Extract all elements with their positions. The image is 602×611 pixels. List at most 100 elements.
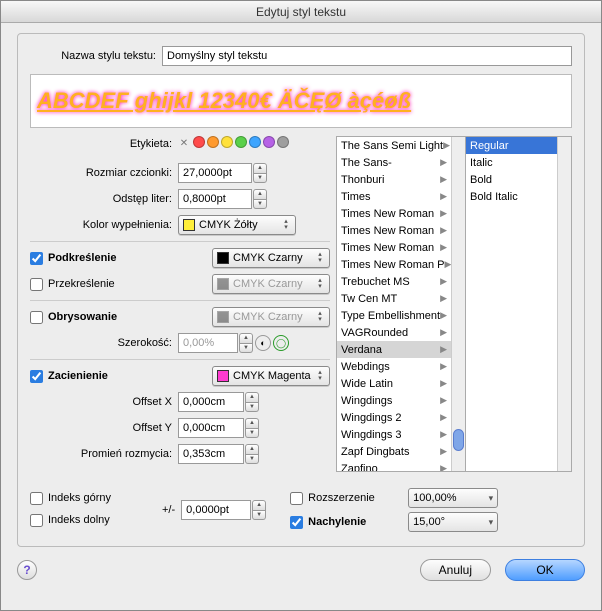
offsetx-input[interactable] bbox=[178, 392, 244, 412]
select-arrows-icon: ▴▾ bbox=[315, 278, 325, 290]
style-scrollbar[interactable] bbox=[557, 137, 571, 471]
font-family-item[interactable]: Wide Latin▶ bbox=[337, 375, 451, 392]
etykieta-color-dot[interactable] bbox=[263, 136, 275, 148]
letterspacing-input[interactable] bbox=[178, 189, 252, 209]
blur-input[interactable] bbox=[178, 444, 244, 464]
fillcolor-label: Kolor wypełnienia: bbox=[30, 219, 178, 231]
font-style-item[interactable]: Italic bbox=[466, 154, 557, 171]
font-family-item[interactable]: Thonburi▶ bbox=[337, 171, 451, 188]
strike-checkbox[interactable] bbox=[30, 278, 43, 291]
plusminus-input[interactable] bbox=[181, 500, 251, 520]
main-flex: Etykieta: ✕ Rozmiar czcionki: ▲▼ Odstęp … bbox=[30, 136, 572, 472]
slant-value: 15,00° bbox=[413, 516, 445, 528]
fillcolor-select[interactable]: CMYK Żółty ▴▾ bbox=[178, 215, 296, 235]
stretch-value: 100,00% bbox=[413, 492, 456, 504]
bottom-right: Rozszerzenie 100,00% ▾ Nachylenie 15,00°… bbox=[290, 486, 572, 534]
shadow-label: Zacienienie bbox=[48, 370, 212, 382]
scroll-thumb[interactable] bbox=[453, 429, 464, 451]
etykieta-color-dot[interactable] bbox=[235, 136, 247, 148]
font-family-item[interactable]: Zapfino▶ bbox=[337, 460, 451, 471]
stretch-label: Rozszerzenie bbox=[308, 492, 408, 504]
font-family-item[interactable]: VAGRounded▶ bbox=[337, 324, 451, 341]
blur-stepper[interactable]: ▲▼ bbox=[245, 444, 259, 464]
font-style-item[interactable]: Bold bbox=[466, 171, 557, 188]
font-family-item[interactable]: Times New Roman▶ bbox=[337, 239, 451, 256]
font-family-item[interactable]: Tw Cen MT▶ bbox=[337, 290, 451, 307]
offsety-stepper[interactable]: ▲▼ bbox=[245, 418, 259, 438]
superscript-checkbox[interactable] bbox=[30, 492, 43, 505]
font-family-item[interactable]: Verdana▶ bbox=[337, 341, 451, 358]
slant-select[interactable]: 15,00° ▾ bbox=[408, 512, 498, 532]
font-family-item[interactable]: Wingdings▶ bbox=[337, 392, 451, 409]
superscript-label: Indeks górny bbox=[48, 492, 138, 504]
main-group: Nazwa stylu tekstu: ABCDEF ghijkl 12340€… bbox=[17, 33, 585, 547]
shadow-color-select[interactable]: CMYK Magenta ▴▾ bbox=[212, 366, 330, 386]
letterspacing-stepper[interactable]: ▲▼ bbox=[253, 189, 267, 209]
stretch-select[interactable]: 100,00% ▾ bbox=[408, 488, 498, 508]
style-name-input[interactable] bbox=[162, 46, 572, 66]
subscript-checkbox[interactable] bbox=[30, 514, 43, 527]
font-family-item[interactable]: Webdings▶ bbox=[337, 358, 451, 375]
font-family-item[interactable]: Times New Roman P▶ bbox=[337, 256, 451, 273]
etykieta-color-dot[interactable] bbox=[277, 136, 289, 148]
font-family-item[interactable]: Wingdings 3▶ bbox=[337, 426, 451, 443]
underline-row: Podkreślenie CMYK Czarny ▴▾ bbox=[30, 248, 330, 268]
cancel-button[interactable]: Anuluj bbox=[420, 559, 491, 581]
etykieta-label: Etykieta: bbox=[30, 138, 178, 150]
offsetx-label: Offset X bbox=[30, 396, 178, 408]
font-style-item[interactable]: Bold Italic bbox=[466, 188, 557, 205]
offsetx-stepper[interactable]: ▲▼ bbox=[245, 392, 259, 412]
strike-swatch-icon bbox=[217, 278, 229, 290]
ok-button[interactable]: OK bbox=[505, 559, 585, 581]
divider bbox=[30, 359, 330, 360]
offsety-input[interactable] bbox=[178, 418, 244, 438]
font-lists: The Sans Semi Light▶The Sans-▶Thonburi▶T… bbox=[336, 136, 572, 472]
etykieta-clear-icon[interactable]: ✕ bbox=[178, 138, 190, 150]
title-text: Edytuj styl tekstu bbox=[256, 5, 346, 19]
dialog-window: Edytuj styl tekstu Nazwa stylu tekstu: A… bbox=[0, 0, 602, 611]
offsetx-row: Offset X ▲▼ bbox=[30, 392, 330, 412]
font-family-item[interactable]: The Sans-▶ bbox=[337, 154, 451, 171]
blur-label: Promień rozmycia: bbox=[30, 448, 178, 460]
font-family-item[interactable]: Zapf Dingbats▶ bbox=[337, 443, 451, 460]
round-join-icon[interactable]: ◯ bbox=[273, 335, 289, 351]
fontsize-input[interactable] bbox=[178, 163, 252, 183]
font-family-item[interactable]: Trebuchet MS▶ bbox=[337, 273, 451, 290]
font-family-item[interactable]: Times New Roman▶ bbox=[337, 222, 451, 239]
help-button[interactable]: ? bbox=[17, 560, 37, 580]
outline-color-text: CMYK Czarny bbox=[233, 311, 303, 323]
select-arrows-icon: ▴▾ bbox=[315, 252, 325, 264]
font-family-item[interactable]: Times▶ bbox=[337, 188, 451, 205]
outline-swatch-icon bbox=[217, 311, 229, 323]
font-family-item[interactable]: Wingdings 2▶ bbox=[337, 409, 451, 426]
font-family-item[interactable]: The Sans Semi Light▶ bbox=[337, 137, 451, 154]
etykieta-color-dot[interactable] bbox=[249, 136, 261, 148]
font-family-item[interactable]: Type Embellishment▶ bbox=[337, 307, 451, 324]
bevel-icon[interactable]: ◐ bbox=[255, 335, 271, 351]
font-style-list[interactable]: RegularItalicBoldBold Italic bbox=[466, 136, 572, 472]
divider bbox=[30, 300, 330, 301]
stretch-checkbox[interactable] bbox=[290, 492, 303, 505]
outline-checkbox[interactable] bbox=[30, 311, 43, 324]
offsety-row: Offset Y ▲▼ bbox=[30, 418, 330, 438]
fontsize-stepper[interactable]: ▲▼ bbox=[253, 163, 267, 183]
width-stepper: ▲▼ bbox=[239, 333, 253, 353]
underline-color-select[interactable]: CMYK Czarny ▴▾ bbox=[212, 248, 330, 268]
width-input bbox=[178, 333, 238, 353]
select-arrows-icon: ▴▾ bbox=[281, 219, 291, 231]
font-family-item[interactable]: Times New Roman▶ bbox=[337, 205, 451, 222]
underline-label: Podkreślenie bbox=[48, 252, 212, 264]
underline-checkbox[interactable] bbox=[30, 252, 43, 265]
name-label: Nazwa stylu tekstu: bbox=[30, 50, 162, 62]
letterspacing-row: Odstęp liter: ▲▼ bbox=[30, 189, 330, 209]
font-scrollbar[interactable] bbox=[451, 137, 465, 471]
font-style-item[interactable]: Regular bbox=[466, 137, 557, 154]
slant-checkbox[interactable] bbox=[290, 516, 303, 529]
etykieta-color-dot[interactable] bbox=[193, 136, 205, 148]
preview-area: ABCDEF ghijkl 12340€ ÄČĘØ àçéøß bbox=[30, 74, 572, 128]
etykieta-color-dot[interactable] bbox=[207, 136, 219, 148]
font-family-list[interactable]: The Sans Semi Light▶The Sans-▶Thonburi▶T… bbox=[336, 136, 466, 472]
plusminus-stepper[interactable]: ▲▼ bbox=[252, 500, 266, 520]
etykieta-color-dot[interactable] bbox=[221, 136, 233, 148]
shadow-checkbox[interactable] bbox=[30, 370, 43, 383]
